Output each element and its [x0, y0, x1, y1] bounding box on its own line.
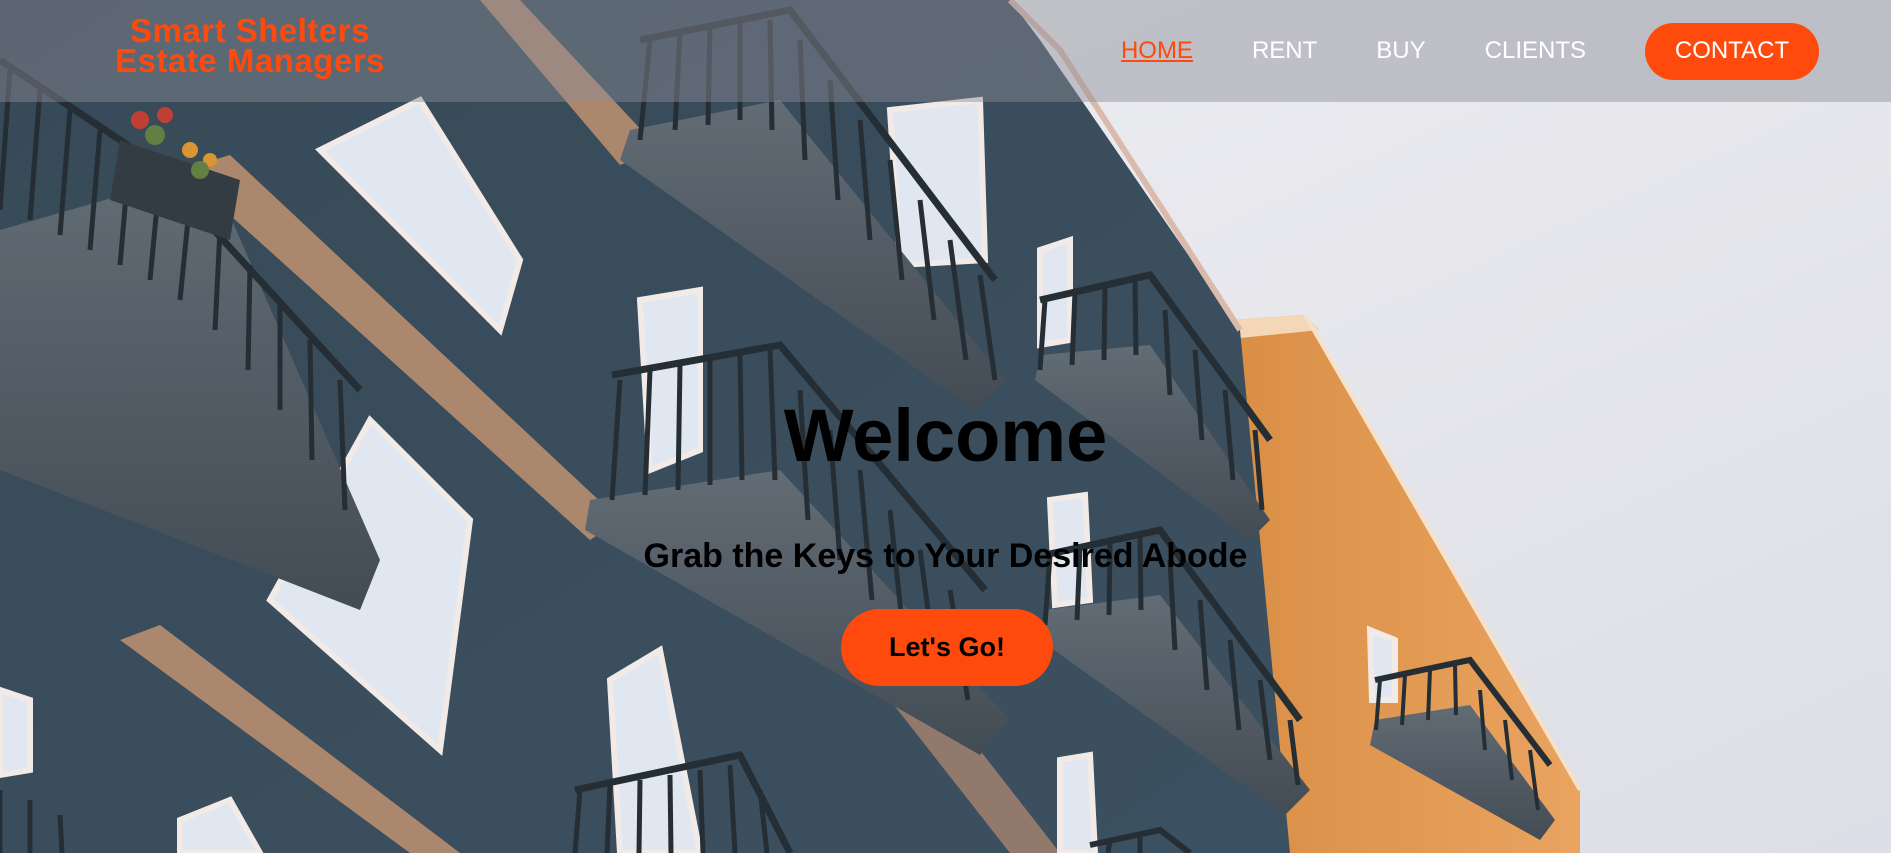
hero-subtitle: Grab the Keys to Your Desired Abode [643, 537, 1248, 575]
lets-go-button[interactable]: Let's Go! [841, 609, 1053, 686]
hero-title: Welcome [783, 394, 1108, 477]
page: Smart Shelters Estate Managers HOME RENT… [0, 0, 1891, 853]
hero-section: Welcome Grab the Keys to Your Desired Ab… [0, 0, 1891, 853]
